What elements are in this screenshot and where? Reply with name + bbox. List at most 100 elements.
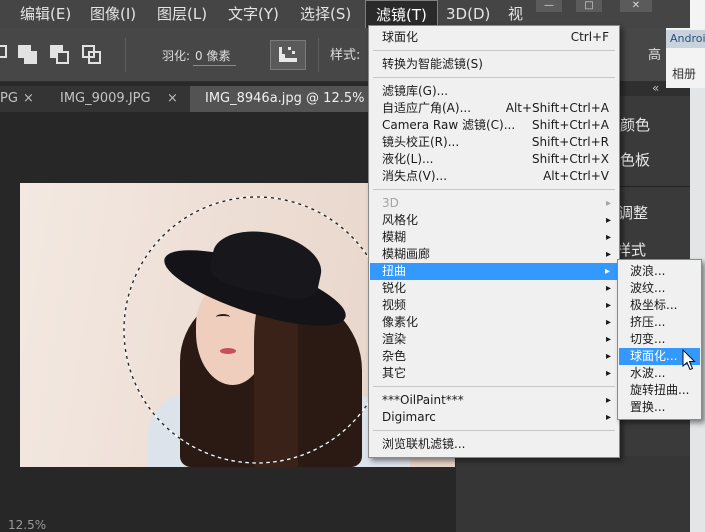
submenu-item-shear[interactable]: 切变... (618, 331, 701, 348)
submenu-arrow-icon: ▸ (605, 283, 611, 294)
menu-item-lens-correction[interactable]: 镜头校正(R)... Shift+Ctrl+R (369, 134, 619, 151)
menu-item-other[interactable]: 其它 ▸ (369, 365, 619, 382)
menu-item-label: 杂色 (382, 349, 407, 363)
menu-item-noise[interactable]: 杂色 ▸ (369, 348, 619, 365)
divider (318, 38, 319, 72)
submenu-arrow-icon: ▸ (605, 215, 611, 226)
menu-separator (373, 77, 615, 78)
menu-item-label: 3D (382, 196, 399, 210)
zoom-level: 12.5% (8, 518, 47, 532)
menu-item-label: 扭曲 (382, 264, 407, 278)
tab-img-8946a[interactable]: IMG_8946a.jpg @ 12.5% (190, 86, 390, 112)
menu-item-video[interactable]: 视频 ▸ (369, 297, 619, 314)
menu-item-pixelate[interactable]: 像素化 ▸ (369, 314, 619, 331)
menu-item-label: 模糊 (382, 230, 407, 244)
shortcut-label: Shift+Ctrl+R (531, 135, 609, 149)
menu-item-oilpaint[interactable]: ***OilPaint*** ▸ (369, 392, 619, 409)
shortcut-label: Ctrl+F (570, 30, 609, 44)
menu-item-label: 消失点(V)... (382, 169, 448, 183)
close-tab-icon[interactable]: × (167, 86, 178, 112)
shortcut-label: Shift+Ctrl+X (532, 152, 609, 166)
elliptical-selection-marquee (123, 196, 391, 464)
menu-item-label: 转换为智能滤镜(S) (382, 57, 483, 71)
minimize-icon[interactable]: — (536, 0, 562, 12)
subtract-from-selection-icon[interactable] (50, 45, 70, 65)
menu-item-label: 液化(L)... (382, 152, 434, 166)
background-window-title: Androi (666, 30, 705, 48)
menu-separator (373, 189, 615, 190)
menu-view[interactable]: 视 (508, 5, 523, 23)
menu-item-render[interactable]: 渲染 ▸ (369, 331, 619, 348)
menu-item-blur[interactable]: 模糊 ▸ (369, 229, 619, 246)
tab-label: IMG_9009.JPG (60, 91, 151, 106)
submenu-item-displace[interactable]: 置换... (618, 399, 701, 416)
menu-item-label: 像素化 (382, 315, 419, 329)
lower-panel-area (456, 456, 690, 532)
collapse-panels-icon[interactable]: « (652, 81, 659, 95)
intersect-selection-icon[interactable] (82, 45, 102, 65)
panel-tab-swatches[interactable]: 色板 (620, 151, 650, 169)
submenu-arrow-icon: ▸ (605, 334, 611, 345)
anti-alias-button[interactable] (270, 40, 306, 70)
submenu-arrow-icon: ▸ (605, 249, 611, 260)
menu-item-label: 其它 (382, 366, 407, 380)
menu-item-distort[interactable]: 扭曲 ▸ (370, 263, 618, 280)
menu-item-last-filter[interactable]: 球面化 Ctrl+F (369, 29, 619, 46)
menu-edit[interactable]: 编辑(E) (20, 5, 71, 23)
feather-label: 羽化: (162, 49, 191, 63)
menu-select[interactable]: 选择(S) (300, 5, 351, 23)
menu-item-label: 浏览联机滤镜... (382, 437, 466, 451)
menu-item-stylize[interactable]: 风格化 ▸ (369, 212, 619, 229)
feather-field[interactable]: 0 像素 (193, 48, 237, 66)
panel-tab-adjustments[interactable]: 调整 (618, 204, 648, 222)
panel-tab-styles[interactable]: 样式 (616, 241, 646, 259)
menu-item-label: 镜头校正(R)... (382, 135, 460, 149)
menu-item-camera-raw[interactable]: Camera Raw 滤镜(C)... Shift+Ctrl+A (369, 117, 619, 134)
submenu-item-pinch[interactable]: 挤压... (618, 314, 701, 331)
menu-item-browse-filters-online[interactable]: 浏览联机滤镜... (369, 436, 619, 453)
submenu-item-wave[interactable]: 波浪... (618, 263, 701, 280)
submenu-arrow-icon: ▸ (605, 412, 611, 423)
distort-submenu: 波浪... 波纹... 极坐标... 挤压... 切变... 球面化... 水波… (617, 259, 702, 420)
menu-item-label: Digimarc (382, 410, 436, 424)
submenu-item-ripple[interactable]: 波纹... (618, 280, 701, 297)
add-to-selection-icon[interactable] (18, 45, 38, 65)
tab-document-1[interactable]: PG × (0, 86, 42, 112)
menu-item-liquify[interactable]: 液化(L)... Shift+Ctrl+X (369, 151, 619, 168)
menu-3d[interactable]: 3D(D) (446, 5, 490, 23)
submenu-arrow-icon: ▸ (605, 232, 611, 243)
menu-item-3d[interactable]: 3D ▸ (369, 195, 619, 212)
menu-item-convert-smart-filters[interactable]: 转换为智能滤镜(S) (369, 56, 619, 73)
background-window-item[interactable]: 相册 (672, 67, 696, 81)
menu-item-adaptive-wide-angle[interactable]: 自适应广角(A)... Alt+Shift+Ctrl+A (369, 100, 619, 117)
photoshop-window: 编辑(E) 图像(I) 图层(L) 文字(Y) 选择(S) 滤镜(T) 3D(D… (0, 0, 705, 532)
menu-layer[interactable]: 图层(L) (157, 5, 207, 23)
new-selection-icon[interactable] (0, 45, 14, 65)
menu-item-label: 滤镜库(G)... (382, 84, 449, 98)
submenu-arrow-icon: ▸ (605, 351, 611, 362)
menu-type[interactable]: 文字(Y) (228, 5, 279, 23)
submenu-arrow-icon: ▸ (605, 395, 611, 406)
menu-item-label: 自适应广角(A)... (382, 101, 472, 115)
menu-item-sharpen[interactable]: 锐化 ▸ (369, 280, 619, 297)
menu-item-vanishing-point[interactable]: 消失点(V)... Alt+Ctrl+V (369, 168, 619, 185)
background-window-edge (690, 0, 705, 28)
submenu-item-polar-coordinates[interactable]: 极坐标... (618, 297, 701, 314)
style-label: 样式: (330, 48, 361, 63)
menu-item-blur-gallery[interactable]: 模糊画廊 ▸ (369, 246, 619, 263)
anti-alias-icon (279, 47, 297, 62)
submenu-arrow-icon: ▸ (605, 198, 611, 209)
shortcut-label: Shift+Ctrl+A (532, 118, 609, 132)
close-icon[interactable]: ✕ (620, 0, 652, 12)
menu-filter[interactable]: 滤镜(T) (365, 0, 438, 28)
menu-item-digimarc[interactable]: Digimarc ▸ (369, 409, 619, 426)
tab-label: IMG_8946a.jpg @ 12.5% (205, 91, 365, 106)
tab-img-9009[interactable]: IMG_9009.JPG × (45, 86, 190, 112)
submenu-item-twirl[interactable]: 旋转扭曲... (618, 382, 701, 399)
maximize-icon[interactable]: □ (576, 0, 602, 12)
menu-item-filter-gallery[interactable]: 滤镜库(G)... (369, 83, 619, 100)
panel-tab-color[interactable]: 颜色 (620, 116, 650, 134)
shortcut-label: Alt+Ctrl+V (543, 169, 609, 183)
menu-image[interactable]: 图像(I) (90, 5, 136, 23)
close-tab-icon[interactable]: × (23, 86, 34, 112)
